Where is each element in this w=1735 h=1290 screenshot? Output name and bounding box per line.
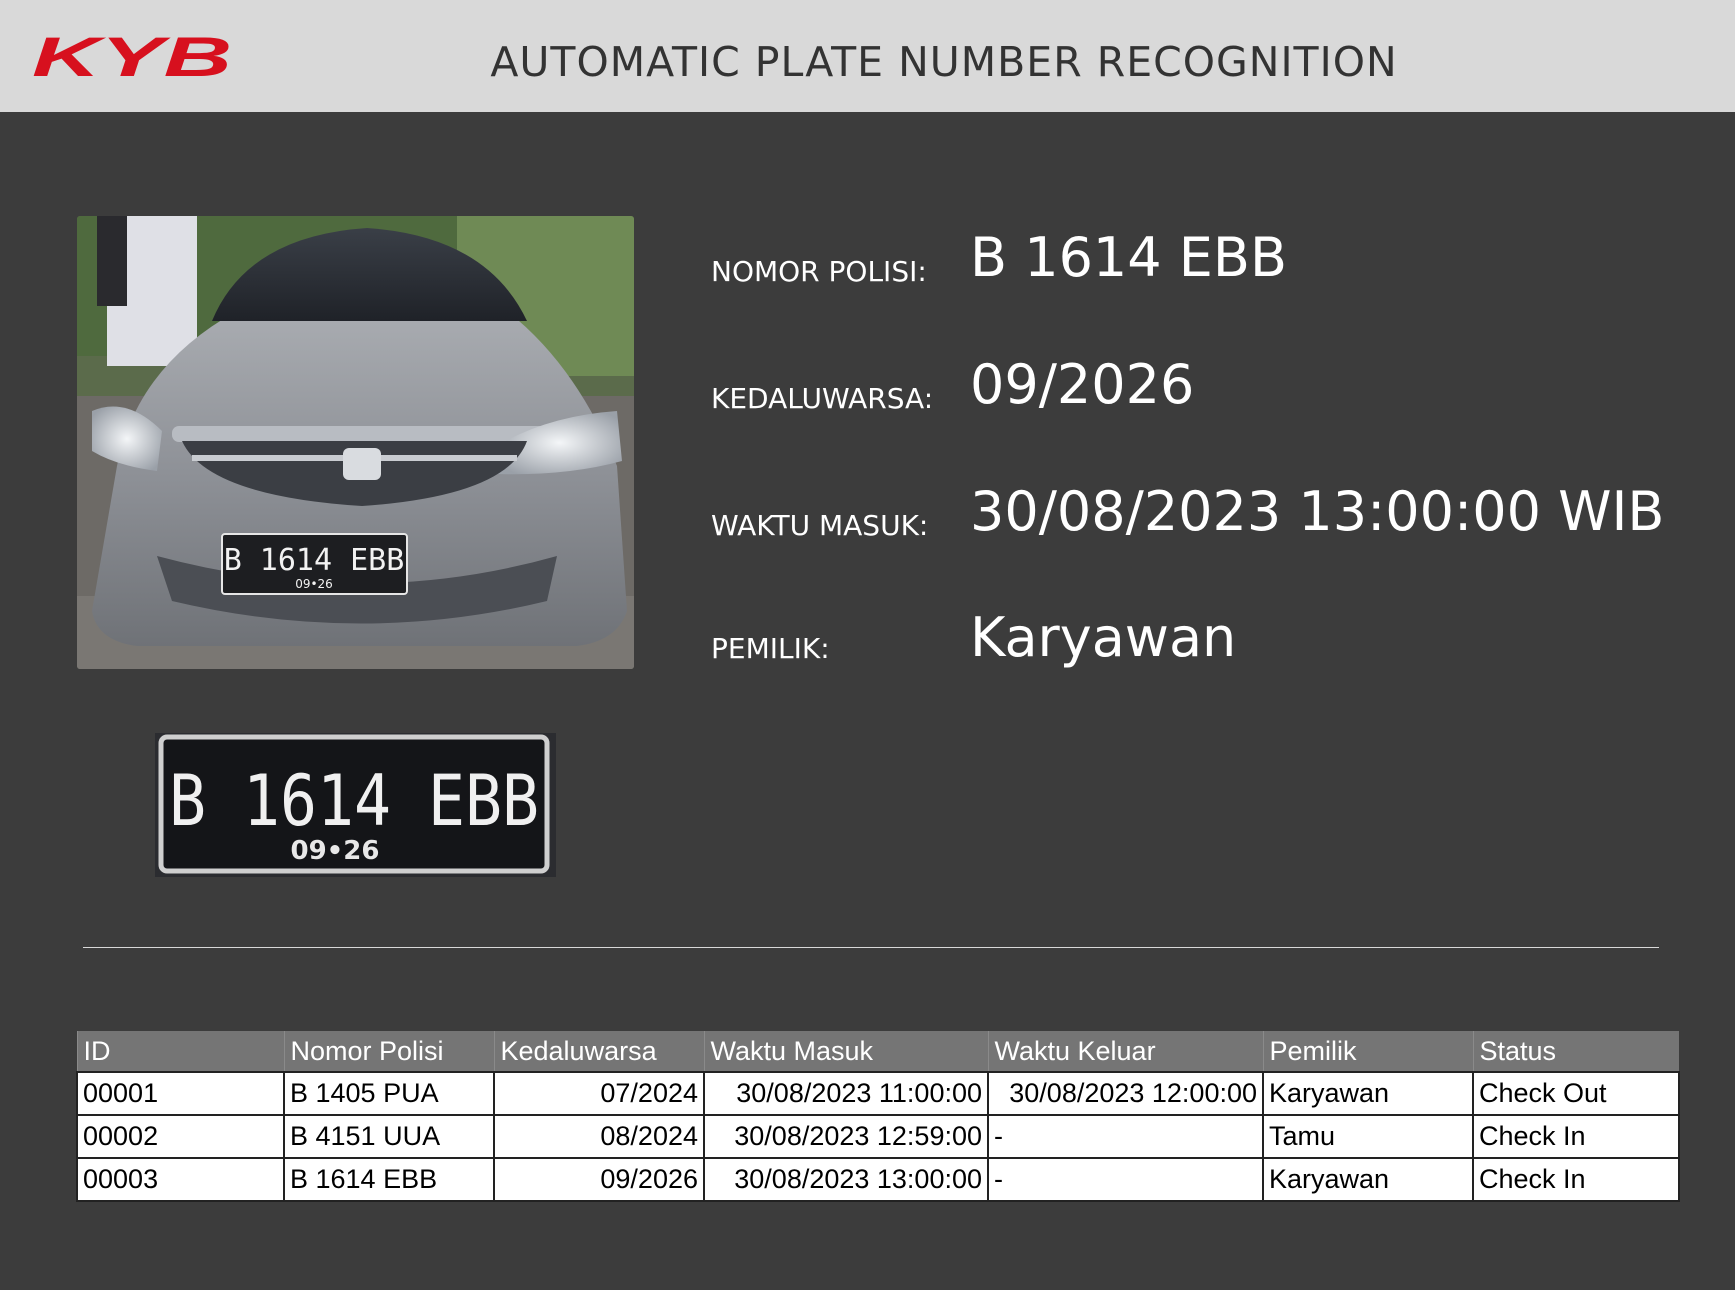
column-header-kedaluwarsa[interactable]: Kedaluwarsa (493, 1031, 704, 1072)
cell-kedaluwarsa: 09/2026 (493, 1157, 705, 1202)
svg-text:B 1614 EBB: B 1614 EBB (169, 760, 539, 842)
column-header-status[interactable]: Status (1472, 1031, 1679, 1072)
section-divider (83, 947, 1659, 948)
svg-text:09•26: 09•26 (291, 836, 380, 866)
cell-pemilik: Karyawan (1262, 1157, 1474, 1202)
cell-pemilik: Karyawan (1262, 1071, 1474, 1116)
svg-text:B 1614 EBB: B 1614 EBB (224, 543, 405, 578)
column-header-nomor-polisi[interactable]: Nomor Polisi (283, 1031, 494, 1072)
column-header-waktu-masuk[interactable]: Waktu Masuk (703, 1031, 988, 1072)
cell-id: 00001 (76, 1071, 285, 1116)
cell-nomor-polisi: B 4151 UUA (283, 1114, 495, 1159)
cell-status: Check Out (1472, 1071, 1680, 1116)
license-plate-icon: B 1614 EBB 09•26 (155, 733, 556, 877)
value-pemilik: Karyawan (970, 606, 1237, 669)
cell-waktu-masuk: 30/08/2023 11:00:00 (703, 1071, 989, 1116)
table-row[interactable]: 00003 B 1614 EBB 09/2026 30/08/2023 13:0… (76, 1157, 1680, 1202)
cell-waktu-masuk: 30/08/2023 13:00:00 (703, 1157, 989, 1202)
cell-kedaluwarsa: 08/2024 (493, 1114, 705, 1159)
label-waktu-masuk: WAKTU MASUK: (711, 509, 929, 542)
page-title: AUTOMATIC PLATE NUMBER RECOGNITION (490, 38, 1398, 86)
cell-waktu-keluar: - (987, 1157, 1264, 1202)
cell-pemilik: Tamu (1262, 1114, 1474, 1159)
value-kedaluwarsa: 09/2026 (970, 353, 1195, 416)
car-front-icon: B 1614 EBB 09•26 (77, 216, 634, 669)
table-header-row: ID Nomor Polisi Kedaluwarsa Waktu Masuk … (76, 1031, 1679, 1072)
vehicle-log-table: ID Nomor Polisi Kedaluwarsa Waktu Masuk … (76, 1031, 1680, 1202)
car-photo: B 1614 EBB 09•26 (77, 216, 634, 669)
cell-id: 00003 (76, 1157, 285, 1202)
label-nomor-polisi: NOMOR POLISI: (711, 255, 927, 288)
cell-id: 00002 (76, 1114, 285, 1159)
plate-crop-image: B 1614 EBB 09•26 (155, 733, 556, 877)
table-row[interactable]: 00001 B 1405 PUA 07/2024 30/08/2023 11:0… (76, 1071, 1680, 1116)
svg-text:09•26: 09•26 (295, 577, 333, 591)
column-header-pemilik[interactable]: Pemilik (1262, 1031, 1473, 1072)
value-nomor-polisi: B 1614 EBB (970, 226, 1288, 289)
app-header: KYB AUTOMATIC PLATE NUMBER RECOGNITION (0, 0, 1735, 112)
cell-kedaluwarsa: 07/2024 (493, 1071, 705, 1116)
cell-status: Check In (1472, 1114, 1680, 1159)
column-header-id[interactable]: ID (76, 1031, 284, 1072)
label-pemilik: PEMILIK: (711, 632, 830, 665)
cell-status: Check In (1472, 1157, 1680, 1202)
cell-waktu-keluar: - (987, 1114, 1264, 1159)
label-kedaluwarsa: KEDALUWARSA: (711, 382, 934, 415)
cell-waktu-keluar: 30/08/2023 12:00:00 (987, 1071, 1264, 1116)
table-row[interactable]: 00002 B 4151 UUA 08/2024 30/08/2023 12:5… (76, 1114, 1680, 1159)
cell-waktu-masuk: 30/08/2023 12:59:00 (703, 1114, 989, 1159)
cell-nomor-polisi: B 1405 PUA (283, 1071, 495, 1116)
cell-nomor-polisi: B 1614 EBB (283, 1157, 495, 1202)
value-waktu-masuk: 30/08/2023 13:00:00 WIB (970, 480, 1665, 543)
column-header-waktu-keluar[interactable]: Waktu Keluar (987, 1031, 1263, 1072)
